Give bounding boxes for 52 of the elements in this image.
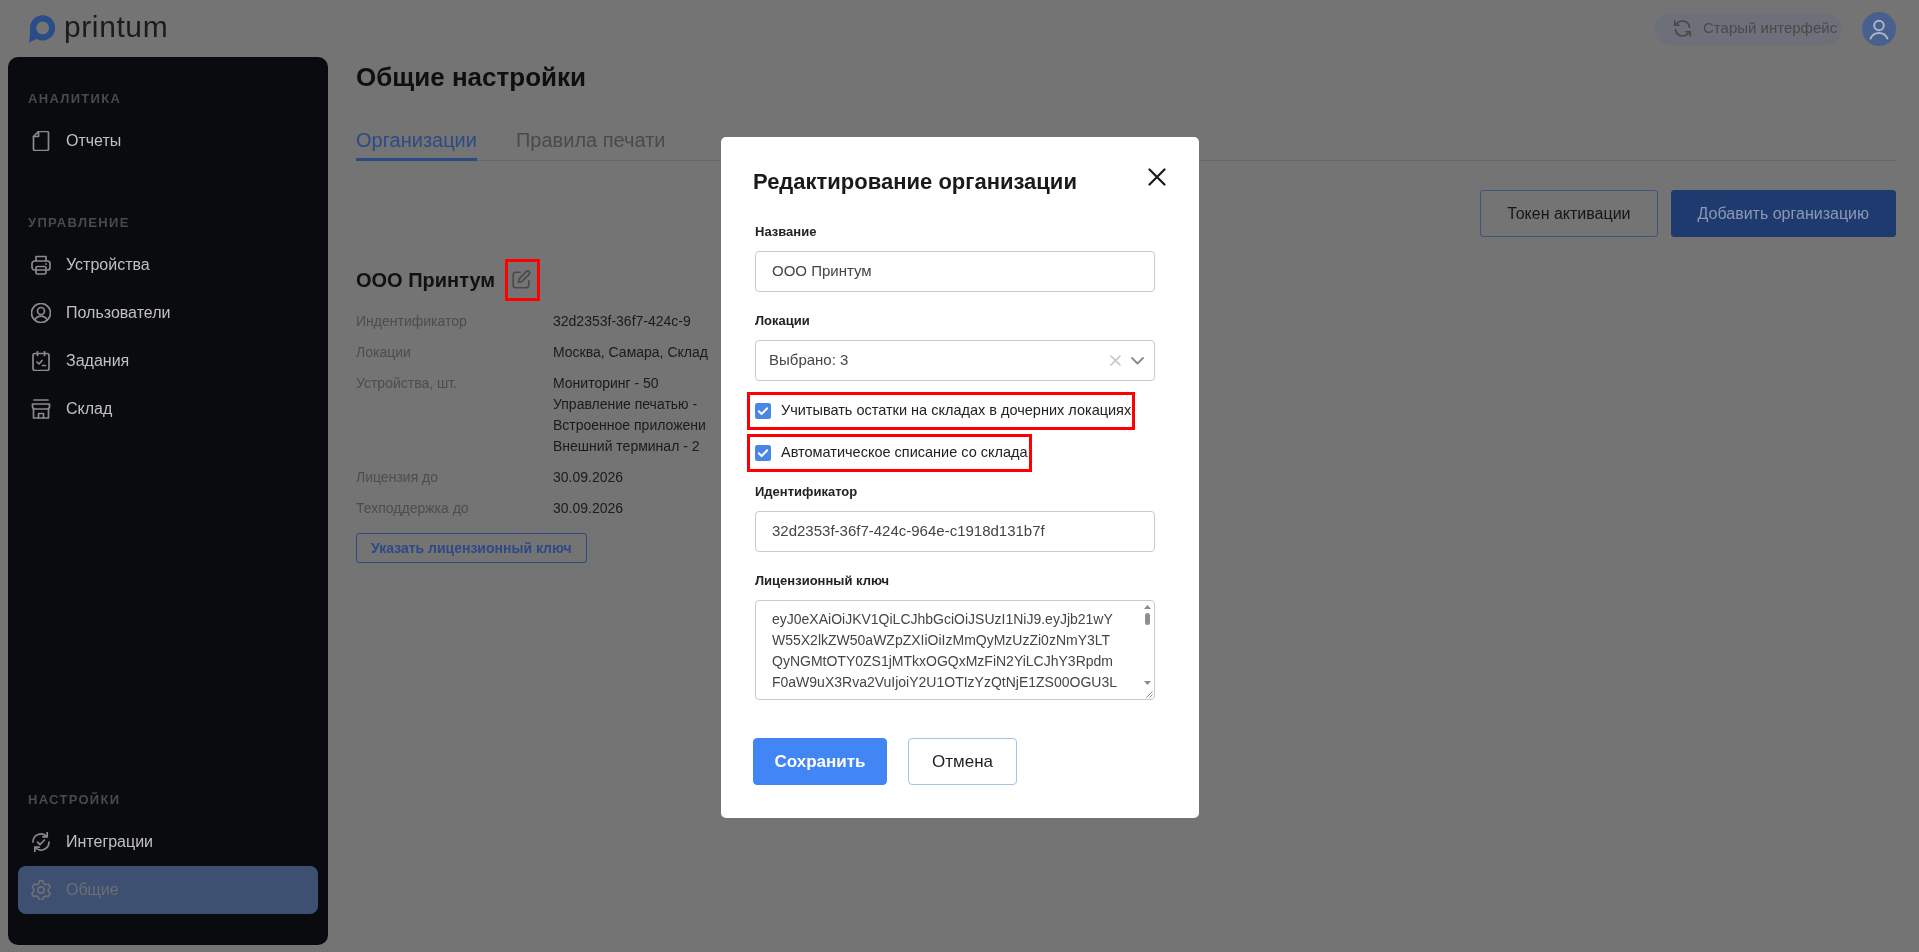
activation-token-button[interactable]: Токен активации	[1480, 190, 1658, 237]
user-avatar-icon[interactable]	[1862, 11, 1896, 46]
clear-icon[interactable]	[1110, 355, 1121, 366]
gear-icon	[31, 880, 51, 900]
field-value: 30.09.2026	[553, 499, 624, 518]
field-label: Лицензионный ключ	[755, 572, 890, 590]
field-label: Локации	[755, 312, 810, 330]
cancel-button[interactable]: Отмена	[908, 738, 1017, 785]
sidebar-item[interactable]: Склад	[18, 385, 318, 433]
logo-icon[interactable]	[28, 14, 55, 43]
printer-icon	[31, 255, 51, 275]
field-value: Встроенное приложени	[553, 416, 706, 435]
field-label: Идентификатор	[755, 483, 858, 501]
sidebar-section-title: НАСТРОЙКИ	[27, 791, 122, 809]
refresh-icon	[1672, 18, 1693, 39]
identifier-input[interactable]: 32d2353f-36f7-424c-964e-c1918d131b7f	[755, 511, 1155, 552]
close-icon[interactable]	[1148, 168, 1166, 186]
save-button[interactable]: Сохранить	[753, 738, 887, 785]
dialog-title: Редактирование организации	[753, 168, 1077, 196]
sidebar-item[interactable]: Пользователи	[18, 289, 318, 337]
sync-check-icon	[31, 832, 51, 852]
sidebar-item[interactable]: Устройства	[18, 241, 318, 289]
field-label: Название	[755, 223, 817, 241]
logo-text: printum	[64, 9, 169, 45]
calendar-check-icon	[31, 351, 51, 371]
page-title: Общие настройки	[356, 61, 586, 93]
resize-grip-icon[interactable]	[1144, 689, 1153, 698]
field-value: Мониторинг - 50	[553, 374, 659, 393]
checkbox[interactable]	[755, 445, 771, 461]
locations-select[interactable]: Выбрано: 3	[755, 340, 1155, 381]
field-value: 32d2353f-36f7-424c-9	[553, 312, 691, 331]
sidebar-section-title: УПРАВЛЕНИЕ	[27, 214, 131, 232]
organization-name: ООО Принтум	[356, 268, 496, 293]
field-value: Внешний терминал - 2	[553, 437, 700, 456]
field-value: 30.09.2026	[553, 468, 624, 487]
sidebar-item[interactable]: Задания	[18, 337, 318, 385]
add-organization-button[interactable]: Добавить организацию	[1670, 190, 1896, 237]
license-key-textarea[interactable]: eyJ0eXAiOiJKV1QiLCJhbGciOiJSUzI1NiJ9.eyJjb21wY W55X2lkZW50aWZpZXIiOiIzMmQyMzUzZi0zNmY3LT QyNGMtOTY0ZS1jMTkxOGQxMzFiN2YiLCJhY3Rpdm F0aW9uX3Rva2VuIjoiY2U1OTIzYzQtNjE1ZS00OGU3L	[755, 600, 1155, 700]
field-value: Москва, Самара, Склад	[553, 343, 708, 362]
sidebar-item[interactable]: Отчеты	[18, 117, 318, 165]
field-value: Управление печатью -	[553, 395, 698, 414]
edit-icon[interactable]	[510, 269, 533, 291]
chevron-down-icon[interactable]	[1131, 356, 1144, 365]
checkbox-label: Автоматическое списание со склада	[781, 443, 1028, 463]
scrollbar[interactable]	[1143, 603, 1152, 687]
document-icon	[31, 131, 51, 151]
name-input[interactable]: ООО Принтум	[755, 251, 1155, 292]
sidebar-section-title: АНАЛИТИКА	[27, 90, 123, 108]
checkbox[interactable]	[755, 403, 771, 419]
sidebar-item[interactable]: Интеграции	[18, 818, 318, 866]
checkbox-label: Учитывать остатки на складах в дочерних локациях	[781, 401, 1132, 421]
store-icon	[31, 399, 51, 419]
